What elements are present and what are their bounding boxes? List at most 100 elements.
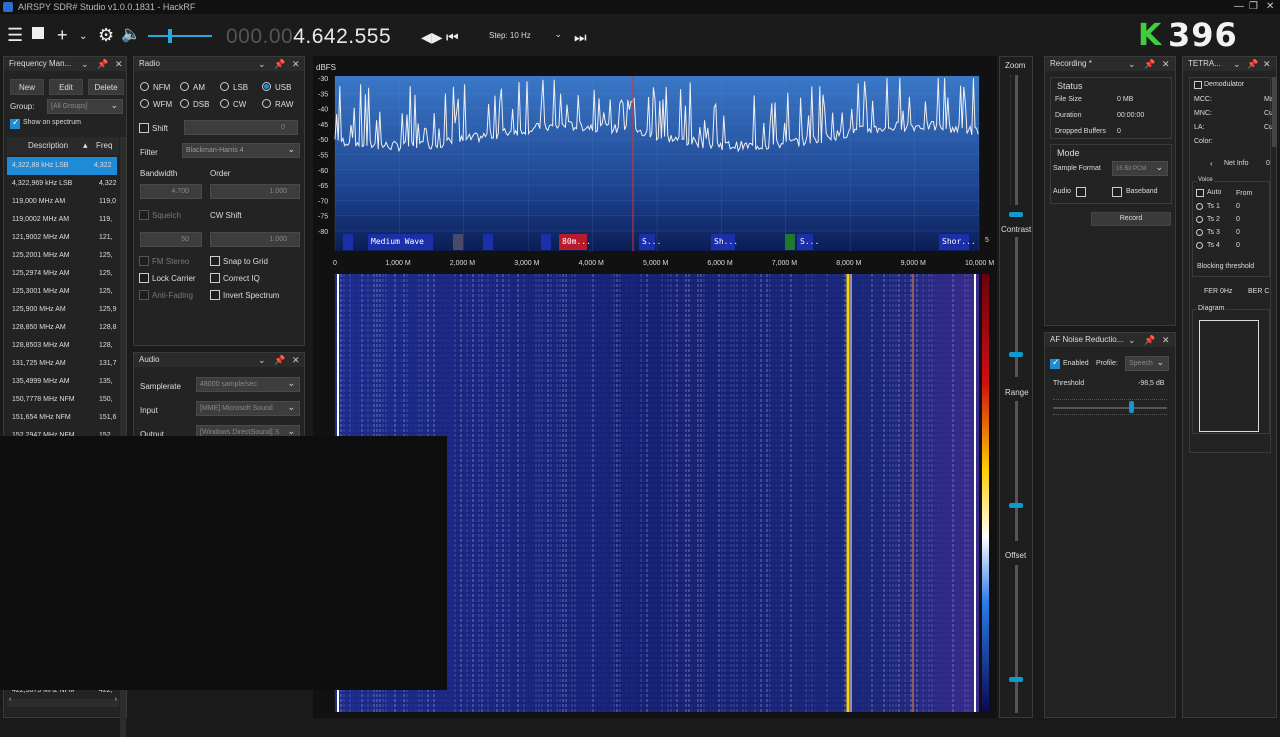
new-button[interactable]: New	[10, 79, 44, 95]
list-item[interactable]: 119,000 MHz AM 119,0	[12, 193, 122, 211]
chevron-down-icon[interactable]: ⌄	[81, 57, 89, 71]
timeslot-radio[interactable]	[1196, 216, 1203, 223]
band-marker[interactable]	[483, 234, 493, 250]
baseband-checkbox[interactable]	[1112, 187, 1122, 197]
list-item[interactable]: 121,9002 MHz AM 121,	[12, 229, 122, 247]
offset-slider[interactable]	[1015, 565, 1018, 713]
minimize-icon[interactable]: —	[1234, 0, 1244, 14]
mode-radio-wfm[interactable]	[140, 99, 149, 108]
auto-checkbox[interactable]	[1196, 189, 1204, 197]
invert-spectrum-checkbox[interactable]	[210, 290, 220, 300]
scroll-left-icon[interactable]: ‹	[9, 696, 11, 703]
list-item[interactable]: 125,2974 MHz AM 125,	[12, 265, 122, 283]
pin-icon[interactable]: 📌	[97, 57, 108, 71]
sample-format-select[interactable]: 16 Bit PCM	[1112, 160, 1168, 176]
lock-carrier-checkbox[interactable]	[139, 273, 149, 283]
mode-radio-cw[interactable]	[220, 99, 229, 108]
hamburger-menu-icon[interactable]: ☰	[7, 24, 23, 46]
timeslot-radio[interactable]	[1196, 229, 1203, 236]
chevron-down-icon[interactable]: ⌄	[1233, 57, 1241, 71]
net-info-button[interactable]: Net Info	[1224, 160, 1249, 167]
list-item[interactable]: 128,8503 MHz AM 128,	[12, 337, 122, 355]
col-description-header[interactable]: Description	[28, 141, 68, 150]
list-item[interactable]: 4,322,969 kHz LSB 4,322	[12, 175, 122, 193]
mode-radio-lsb[interactable]	[220, 82, 229, 91]
anti-fading-checkbox[interactable]	[139, 290, 149, 300]
demodulator-checkbox[interactable]	[1194, 81, 1202, 89]
list-item[interactable]: 131,725 MHz AM 131,7	[12, 355, 122, 373]
chevron-down-icon[interactable]: ⌄	[1128, 333, 1136, 347]
speaker-icon[interactable]: 🔈	[121, 24, 141, 46]
list-item[interactable]: 125,3001 MHz AM 125,	[12, 283, 122, 301]
close-icon[interactable]: ✕	[1263, 57, 1271, 71]
snap-to-grid-checkbox[interactable]	[210, 256, 220, 266]
delete-button[interactable]: Delete	[88, 79, 124, 95]
record-button[interactable]: Record	[1091, 212, 1171, 226]
range-slider[interactable]	[1015, 401, 1018, 541]
filter-select[interactable]: Blackman-Harris 4	[182, 142, 300, 158]
mode-radio-nfm[interactable]	[140, 82, 149, 91]
pin-icon[interactable]: 📌	[1247, 57, 1258, 71]
chevron-down-icon[interactable]: ⌄	[258, 353, 266, 367]
list-item[interactable]: 128,850 MHz AM 128,8	[12, 319, 122, 337]
chevron-down-icon[interactable]: ⌄	[79, 26, 87, 48]
timeslot-radio[interactable]	[1196, 242, 1203, 249]
band-marker[interactable]	[343, 234, 353, 250]
profile-select[interactable]: Speech	[1125, 355, 1169, 371]
chevron-down-icon[interactable]: ⌄	[1128, 57, 1136, 71]
cw-shift-input[interactable]: 1.000	[210, 232, 300, 247]
volume-slider[interactable]	[148, 35, 212, 37]
tune-left-right-icon[interactable]: ◀▶	[421, 26, 443, 48]
band-marker[interactable]	[453, 234, 463, 250]
add-icon[interactable]: +	[57, 24, 68, 46]
samplerate-select[interactable]: 48000 sample/sec	[196, 376, 300, 392]
list-item[interactable]: 4,322,88 kHz LSB 4,322	[7, 157, 117, 175]
contrast-thumb[interactable]	[1009, 352, 1023, 357]
stop-icon[interactable]	[32, 27, 44, 39]
close-icon[interactable]: ✕	[292, 57, 300, 71]
close-icon[interactable]: ✕	[115, 57, 123, 71]
settings-gear-icon[interactable]: ⚙	[98, 24, 114, 46]
edit-button[interactable]: Edit	[49, 79, 83, 95]
maximize-icon[interactable]: ❐	[1249, 0, 1258, 14]
input-select[interactable]: [MME] Microsoft Sound	[196, 400, 300, 416]
mode-radio-raw[interactable]	[262, 99, 271, 108]
band-marker[interactable]	[541, 234, 551, 250]
offset-thumb[interactable]	[1009, 677, 1023, 682]
frequency-display[interactable]: 000.004.642.555	[226, 25, 391, 49]
fm-stereo-checkbox[interactable]	[139, 256, 149, 266]
audio-checkbox[interactable]	[1076, 187, 1086, 197]
show-on-spectrum-checkbox[interactable]	[10, 117, 20, 129]
threshold-thumb[interactable]	[1129, 401, 1134, 413]
close-icon[interactable]: ✕	[292, 353, 300, 367]
order-input[interactable]: 1.000	[210, 184, 300, 199]
step-select[interactable]: Step: 10 Hz ⌄	[480, 29, 566, 43]
step-forward-icon[interactable]: ⏭	[574, 26, 587, 48]
mode-radio-usb[interactable]	[262, 82, 271, 91]
step-back-icon[interactable]: ⏮	[446, 26, 459, 48]
chevron-left-icon[interactable]: ‹	[1210, 159, 1213, 168]
mode-radio-am[interactable]	[180, 82, 189, 91]
close-icon[interactable]: ✕	[1162, 57, 1170, 71]
scroll-right-icon[interactable]: ›	[115, 696, 117, 703]
pin-icon[interactable]: 📌	[1144, 57, 1155, 71]
enabled-checkbox[interactable]	[1050, 357, 1060, 369]
list-item[interactable]: 119,0002 MHz AM 119,	[12, 211, 122, 229]
col-freq-header[interactable]: Freq	[96, 141, 112, 150]
squelch-checkbox[interactable]	[139, 210, 149, 220]
pin-icon[interactable]: 📌	[1144, 333, 1155, 347]
shift-checkbox[interactable]	[139, 123, 149, 133]
list-item[interactable]: 135,4999 MHz AM 135,	[12, 373, 122, 391]
correct-iq-checkbox[interactable]	[210, 273, 220, 283]
close-icon[interactable]: ✕	[1266, 0, 1274, 14]
squelch-input[interactable]: 50	[140, 232, 202, 247]
band-marker[interactable]	[785, 234, 795, 250]
pin-icon[interactable]: 📌	[274, 353, 285, 367]
shift-input[interactable]: 0	[184, 120, 298, 135]
bandwidth-input[interactable]: 4.700	[140, 184, 202, 199]
tetra-scrollbar[interactable]	[1272, 77, 1277, 147]
mode-radio-dsb[interactable]	[180, 99, 189, 108]
group-select[interactable]: [All Groups]	[47, 98, 123, 114]
list-item[interactable]: 125,900 MHz AM 125,9	[12, 301, 122, 319]
pin-icon[interactable]: 📌	[274, 57, 285, 71]
